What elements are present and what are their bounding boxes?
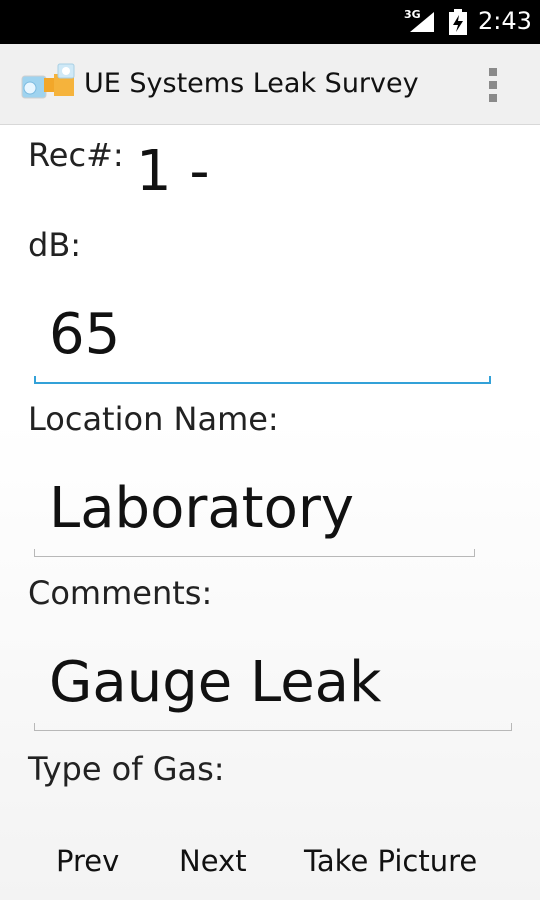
- gas-type-label: Type of Gas:: [28, 750, 225, 788]
- rec-label: Rec#:: [28, 136, 124, 174]
- overflow-dot: [489, 94, 497, 102]
- comments-value[interactable]: Gauge Leak: [49, 648, 381, 718]
- next-button[interactable]: Next: [179, 836, 247, 886]
- overflow-dot: [489, 68, 497, 76]
- location-name-input[interactable]: Laboratory: [34, 474, 475, 557]
- battery-charging-icon: [449, 9, 467, 35]
- signal-icon: [410, 12, 434, 32]
- take-picture-button[interactable]: Take Picture: [304, 836, 477, 886]
- rec-number: 1 -: [136, 139, 210, 204]
- db-input[interactable]: 65: [34, 300, 491, 384]
- location-name-value[interactable]: Laboratory: [49, 474, 354, 544]
- action-bar: UE Systems Leak Survey: [0, 44, 540, 125]
- db-label: dB:: [28, 226, 82, 264]
- db-input-value[interactable]: 65: [49, 300, 120, 370]
- prev-button[interactable]: Prev: [56, 836, 119, 886]
- status-bar: 3G 2:43: [0, 0, 540, 44]
- overflow-menu-icon[interactable]: [482, 66, 504, 104]
- comments-input[interactable]: Gauge Leak: [34, 648, 512, 731]
- location-name-label: Location Name:: [28, 400, 279, 438]
- app-title: UE Systems Leak Survey: [84, 68, 419, 99]
- status-time: 2:43: [478, 7, 532, 35]
- overflow-dot: [489, 81, 497, 89]
- app-logo-icon: [21, 63, 75, 99]
- comments-label: Comments:: [28, 574, 213, 612]
